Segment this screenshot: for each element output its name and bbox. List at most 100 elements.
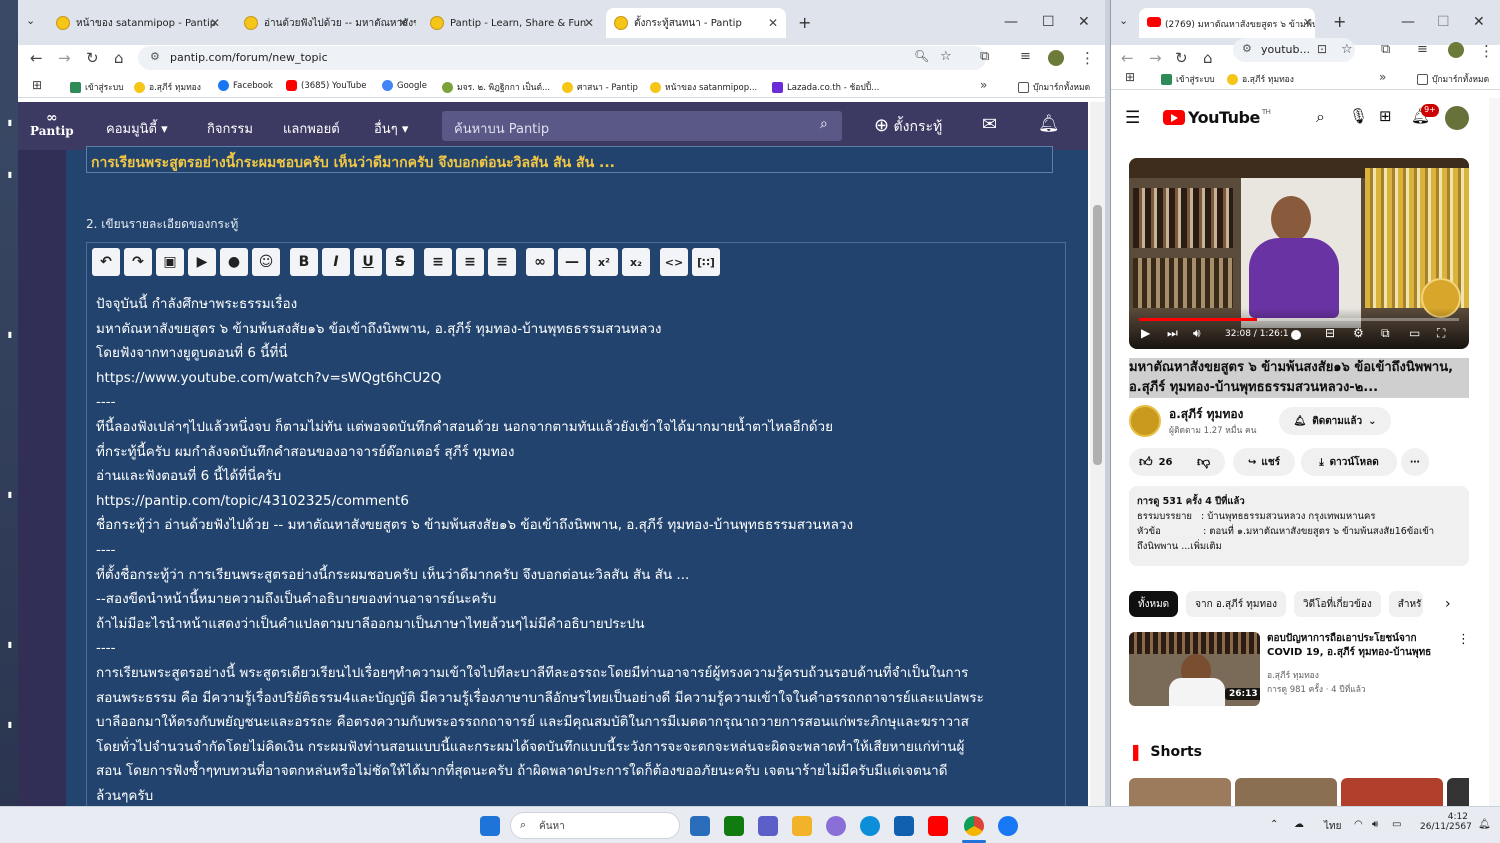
spoiler-button[interactable]: [∷] (692, 248, 720, 276)
back-icon[interactable]: ← (1121, 49, 1134, 67)
pantip-logo[interactable]: ∞ Pantip (30, 111, 74, 138)
notifications-icon[interactable]: 🔔︎ (1478, 819, 1491, 830)
outlook-icon[interactable] (690, 816, 710, 836)
bold-button[interactable]: B (290, 248, 318, 276)
forward-icon[interactable]: → (1149, 49, 1162, 67)
bookmark-supee[interactable]: อ.สุภีร์ ทุมทอง (1227, 72, 1294, 86)
menu-icon[interactable]: ⋮ (1080, 49, 1095, 67)
channel-name[interactable]: อ.สุภีร์ ทุมทอง (1169, 405, 1243, 424)
like-button[interactable]: 👍︎ 26 👎︎ (1129, 448, 1225, 476)
wifi-icon[interactable]: ◠ (1354, 819, 1363, 830)
align-right-button[interactable]: ≡ (488, 248, 516, 276)
desktop-icon[interactable]: ▮ (2, 490, 18, 499)
channel-avatar[interactable] (1129, 405, 1161, 437)
play-icon[interactable]: ▶ (1141, 326, 1150, 340)
store-icon[interactable] (894, 816, 914, 836)
tab-new-topic[interactable]: ตั้งกระทู้สนทนา - Pantip ✕ (606, 8, 786, 38)
media-icon[interactable]: ≡ (1020, 49, 1031, 64)
recommended-video[interactable]: 26:13 ตอบปัญหาการถือเอาประโยชน์จาก COVID… (1129, 632, 1470, 706)
align-center-button[interactable]: ≡ (456, 248, 484, 276)
file-explorer-icon[interactable] (792, 816, 812, 836)
bookmark-religion[interactable]: ศาสนา - Pantip (562, 80, 638, 94)
edge-icon[interactable] (860, 816, 880, 836)
bookmark-login[interactable]: เข้าสู่ระบบ (70, 80, 124, 94)
home-icon[interactable]: ⌂ (114, 49, 124, 67)
share-button[interactable]: ↪ แชร์ (1233, 448, 1295, 476)
desktop-icon[interactable]: ▮ (2, 330, 18, 339)
copilot-icon[interactable] (826, 816, 846, 836)
maximize-icon[interactable]: ☐ (1437, 14, 1450, 30)
subscript-button[interactable]: x₂ (622, 248, 650, 276)
search-icon[interactable]: ⌕ (1316, 107, 1325, 127)
settings-icon[interactable]: ⚙ (1353, 326, 1364, 340)
bookmark-star-icon[interactable]: ☆ (940, 49, 952, 64)
bookmark-satanmipop[interactable]: หน้าของ satanmipop... (650, 80, 757, 94)
code-button[interactable]: <> (660, 248, 688, 276)
tray-chevron-icon[interactable]: ⌃ (1270, 819, 1278, 830)
youtube-logo[interactable]: YouTube TH (1163, 108, 1271, 127)
chrome-icon[interactable] (964, 816, 984, 836)
download-button[interactable]: ⤓ ดาวน์โหลด (1301, 448, 1397, 476)
tab-read-listen[interactable]: อ่านด้วยฟังไปด้วย -- มหาตัณหาสังขย ✕ (236, 8, 416, 38)
bookmark-all[interactable]: บุ๊กมาร์กทั้งหมด (1417, 72, 1489, 86)
strikethrough-button[interactable]: S (386, 248, 414, 276)
avatar[interactable] (1445, 106, 1469, 130)
bookmark-facebook[interactable]: Facebook (218, 80, 273, 91)
more-actions-button[interactable]: ⋯ (1401, 448, 1429, 476)
next-icon[interactable]: ⏭︎ (1167, 326, 1178, 341)
shorts-thumbnail[interactable] (1447, 778, 1469, 806)
media-icon[interactable]: ≡ (1417, 42, 1428, 57)
tab-satanmipop[interactable]: หน้าของ satanmipop - Pantip ✕ (48, 8, 228, 38)
pantip-search-input[interactable]: ค้นหาบน Pantip ⌕ (442, 111, 842, 141)
right-scrollbar[interactable] (1489, 98, 1500, 806)
youtube-app-icon[interactable] (928, 816, 948, 836)
bookmark-login[interactable]: เข้าสู่ระบบ (1161, 72, 1215, 86)
more-bookmarks-icon[interactable]: » (980, 78, 987, 92)
bookmark-supee[interactable]: อ.สุภีร์ ทุมทอง (134, 80, 201, 94)
chip-for-you[interactable]: สำหรั (1388, 591, 1423, 617)
rec-channel[interactable]: อ.สุภีร์ ทุมทอง (1267, 668, 1319, 682)
rec-title[interactable]: ตอบปัญหาการถือเอาประโยชน์จาก COVID 19, อ… (1267, 632, 1453, 660)
location-button[interactable]: ● (220, 248, 248, 276)
tab-search-icon[interactable]: ⌄ (1119, 14, 1128, 27)
chevron-right-icon[interactable]: › (1445, 596, 1451, 612)
facebook-icon[interactable] (998, 816, 1018, 836)
rec-thumbnail[interactable]: 26:13 (1129, 632, 1260, 706)
profile-avatar[interactable] (1448, 42, 1464, 58)
desktop-icon[interactable]: ▮ (2, 640, 18, 649)
zoom-icon[interactable]: 🔍︎ (914, 49, 929, 63)
bookmark-all[interactable]: บุ๊กมาร์กทั้งหมด (1018, 80, 1090, 94)
forward-icon[interactable]: → (58, 49, 71, 67)
home-icon[interactable]: ⌂ (1203, 49, 1213, 67)
bookmark-google[interactable]: Google (382, 80, 427, 91)
link-button[interactable]: ∞ (526, 248, 554, 276)
new-tab-icon[interactable]: + (798, 13, 811, 32)
emoji-button[interactable]: ☺ (252, 248, 280, 276)
bell-icon[interactable]: 🔔︎ (1038, 114, 1060, 134)
align-left-button[interactable]: ≡ (424, 248, 452, 276)
image-button[interactable]: ▣ (156, 248, 184, 276)
app-icon[interactable] (758, 816, 778, 836)
description-box[interactable]: การดู 531 ครั้ง 4 ปีที่แล้ว ธรรมบรรยาย :… (1129, 486, 1469, 566)
extensions-icon[interactable]: ⧉ (1381, 42, 1390, 57)
new-tab-icon[interactable]: + (1333, 12, 1346, 31)
battery-icon[interactable]: ▭ (1392, 819, 1401, 830)
taskbar-search[interactable]: ⌕ ค้นหา (510, 812, 680, 839)
chip-related[interactable]: วิดีโอที่เกี่ยวข้อง (1293, 591, 1381, 617)
miniplayer-icon[interactable]: ⧉ (1381, 326, 1390, 341)
nav-more[interactable]: อื่นๆ ▾ (374, 118, 408, 139)
nav-exchange-points[interactable]: แลกพอยต์ (283, 118, 340, 139)
apps-icon[interactable]: ⊞ (32, 78, 42, 92)
site-info-icon[interactable]: ⚙ (150, 50, 160, 63)
italic-button[interactable]: I (322, 248, 350, 276)
language-indicator[interactable]: ไทย (1324, 819, 1341, 834)
page-scrollbar-thumb[interactable] (1093, 205, 1102, 465)
minimize-icon[interactable]: — (1004, 14, 1018, 30)
autoplay-toggle[interactable] (1291, 330, 1301, 340)
close-icon[interactable]: ✕ (768, 16, 778, 30)
desktop-icon[interactable]: ▮ (2, 118, 18, 127)
right-address-bar[interactable]: ⚙ youtub... (1233, 38, 1355, 62)
captions-icon[interactable]: ⊟ (1325, 326, 1335, 340)
fullscreen-icon[interactable]: ⛶ (1437, 326, 1445, 341)
redo-button[interactable]: ↷ (124, 248, 152, 276)
